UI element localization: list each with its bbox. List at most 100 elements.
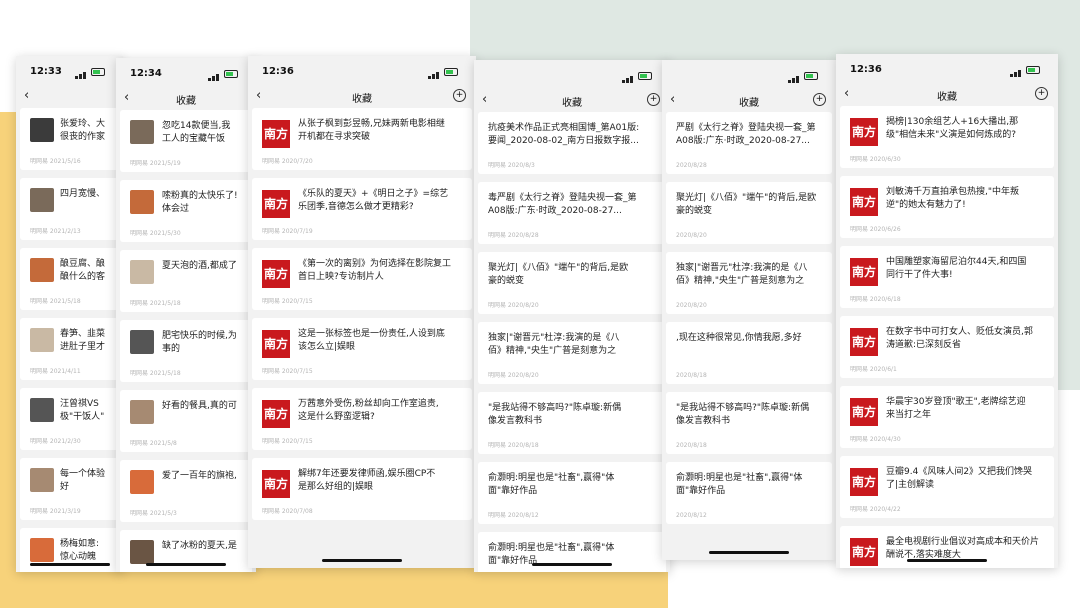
article-thumbnail — [30, 398, 54, 422]
article-meta: 2020/8/12 — [676, 512, 707, 519]
list-item[interactable]: 南方+ 揭榜|130余组艺人+16大播出,那 级"相信未来"义演是如何炼成的? 明网易… — [840, 106, 1054, 168]
list-item[interactable]: 南方+ 从张子枫到彭昱畅,兄妹两新电影相继 开机都在寻求突破 明网易 2020/7/2… — [252, 108, 472, 170]
list-item[interactable]: 嗦粉真的太快乐了! 体会过 明网易 2021/5/30 — [120, 180, 252, 242]
list-item[interactable]: 俞灏明:明星也是"社畜",赢得"体 面"靠好作品 明网易 2020/8/12 — [478, 462, 666, 524]
list-item[interactable]: 爱了一百年的旗袍, 明网易 2021/5/3 — [120, 460, 252, 522]
list-item[interactable]: 忽吃14款便当,我 工人的宝藏午饭 明网易 2021/5/19 — [120, 110, 252, 172]
article-meta: 明网易 2020/7/15 — [262, 298, 313, 305]
article-title-line1: 刘敏涛千万直拍承包热搜,"中年叛 — [886, 187, 1020, 197]
list-item[interactable]: 好看的餐具,真的可 明网易 2021/5/8 — [120, 390, 252, 452]
article-thumbnail — [130, 400, 154, 424]
back-chevron-icon[interactable]: ‹ — [24, 88, 29, 103]
article-title-line2: 佰》精神,"央生"广普是刻意为之 — [488, 346, 617, 356]
article-meta: 明网易 2021/5/3 — [130, 510, 177, 517]
list-item[interactable]: 俞灏明:明星也是"社畜",赢得"体 面"靠好作品 2020/8/12 — [666, 462, 832, 524]
status-time: 12:33 — [30, 66, 62, 77]
add-icon[interactable]: + — [453, 89, 466, 102]
article-title: 豆瓣9.4《风味人间2》又把我们馋哭 了|主创解读 — [886, 466, 1048, 492]
page-title: 收藏 — [562, 98, 582, 109]
favorites-list[interactable]: 严剧《太行之脊》登陆央视一套_第 A08版:广东·时政_2020-08-27...… — [662, 112, 836, 560]
article-title-line1: 在数字书中可打女人、贬低女演员,郭 — [886, 327, 1033, 337]
home-indicator[interactable] — [322, 559, 402, 562]
nav-bar: ‹ 收藏 + — [662, 88, 836, 110]
article-meta: 明网易 2021/5/18 — [130, 370, 181, 377]
home-indicator[interactable] — [709, 551, 789, 554]
list-item[interactable]: 南方+ 万茜意外受伤,粉丝却向工作室追责, 这是什么野蛮逻辑? 明网易 2020/7/… — [252, 388, 472, 450]
article-title: 毒严剧《太行之脊》登陆央视一套_第 A08版:广东·时政_2020-08-27..… — [488, 192, 660, 218]
article-title-line2: 像发言教科书 — [676, 416, 731, 426]
list-item[interactable]: 南方+ 豆瓣9.4《风味人间2》又把我们馋哭 了|主创解读 明网易 2020/4/22 — [840, 456, 1054, 518]
list-item[interactable]: 夏天泡的酒,都成了 明网易 2021/5/18 — [120, 250, 252, 312]
article-title: 春笋、韭菜 进肚子里才 — [60, 328, 113, 354]
article-title-line2: 工人的宝藏午饭 — [162, 134, 226, 144]
list-item[interactable]: 南方+ 这是一张标签也是一份责任,人设到底 该怎么立|娱眼 明网易 2020/7/15 — [252, 318, 472, 380]
list-item[interactable]: 独家|"谢晋元"杜淳:我演的是《八 佰》精神,"央生"广普是刻意为之 2020/8/… — [666, 252, 832, 314]
list-item[interactable]: 俞灏明:明星也是"社畜",赢得"体 面"靠好作品 — [478, 532, 666, 572]
article-meta: 明网易 2020/7/15 — [262, 438, 313, 445]
list-item[interactable]: 南方+ 中国雕塑家海留尼泊尔44天,和四国 同行干了件大事! 明网易 2020/6/1… — [840, 246, 1054, 308]
home-indicator[interactable] — [29, 563, 110, 566]
article-title-line1: "是我站得不够高吗?"陈卓璇:新偶 — [676, 403, 810, 413]
article-title: ,现在这种很常见,你情我愿,多好 — [676, 332, 826, 345]
article-title: 在数字书中可打女人、贬低女演员,郭 涛道歉:已深刻反省 — [886, 326, 1048, 352]
list-item[interactable]: 春笋、韭菜 进肚子里才 明网易 2021/4/11 — [20, 318, 119, 380]
signal-battery-icon — [1010, 66, 1044, 77]
add-icon[interactable]: + — [647, 93, 660, 106]
article-title: 忽吃14款便当,我 工人的宝藏午饭 — [162, 120, 246, 146]
article-title-line1: 聚光灯|《八佰》"端午"的背后,是欧 — [488, 263, 629, 273]
list-item[interactable]: 严剧《太行之脊》登陆央视一套_第 A08版:广东·时政_2020-08-27...… — [666, 112, 832, 174]
list-item[interactable]: 酿豆腐、酿 酿什么的客 明网易 2021/5/18 — [20, 248, 119, 310]
article-title: 抗疫美术作品正式亮相国博_第A01版: 要闻_2020-08-02_南方日报数字报… — [488, 122, 660, 148]
list-item[interactable]: 南方+ 《乐队的夏天》+《明日之子》=综艺 乐团季,音德怎么做才更精彩? 明网易 20… — [252, 178, 472, 240]
nanfang-plus-logo-icon: 南方+ — [262, 400, 290, 449]
article-title-line1: 缺了冰粉的夏天,是 — [162, 541, 237, 551]
list-item[interactable]: "是我站得不够高吗?"陈卓璇:新偶 像发言教科书 明网易 2020/8/18 — [478, 392, 666, 454]
favorites-list[interactable]: 张爱玲、大 很丧的作家 明网易 2021/5/16 四月宽慢、 明网易 2021/2/1… — [16, 108, 123, 572]
favorites-list[interactable]: 南方+ 从张子枫到彭昱畅,兄妹两新电影相继 开机都在寻求突破 明网易 2020/7/2… — [248, 108, 476, 568]
favorites-list[interactable]: 忽吃14款便当,我 工人的宝藏午饭 明网易 2021/5/19 嗦粉真的太快乐了! 体会… — [116, 110, 256, 572]
add-icon[interactable]: + — [813, 93, 826, 106]
nanfang-plus-logo-icon: 南方+ — [850, 468, 878, 517]
article-title-line2: 很丧的作家 — [60, 132, 106, 142]
article-title-line2: 进肚子里才 — [60, 342, 106, 352]
article-meta: 明网易 2021/3/19 — [30, 508, 81, 515]
article-meta: 明网易 2020/4/30 — [850, 436, 901, 443]
list-item[interactable]: 南方+ 解绑7年还要发律师函,娱乐圈CP不 是那么好组的|娱眼 明网易 2020/7/… — [252, 458, 472, 520]
list-item[interactable]: 抗疫美术作品正式亮相国博_第A01版: 要闻_2020-08-02_南方日报数字报… — [478, 112, 666, 174]
list-item[interactable]: 肥宅快乐的时候,为 事的 明网易 2021/5/18 — [120, 320, 252, 382]
article-title-line1: 严剧《太行之脊》登陆央视一套_第 — [676, 123, 816, 133]
article-title-line2: 涛道歉:已深刻反省 — [886, 340, 962, 350]
list-item[interactable]: 南方+ 刘敏涛千万直拍承包热搜,"中年叛 逆"的她太有魅力了! 明网易 2020/6/… — [840, 176, 1054, 238]
article-title: 刘敏涛千万直拍承包热搜,"中年叛 逆"的她太有魅力了! — [886, 186, 1048, 212]
home-indicator[interactable] — [146, 563, 226, 566]
list-item[interactable]: 四月宽慢、 明网易 2021/2/13 — [20, 178, 119, 240]
list-item[interactable]: 南方+ 华晨宇30岁登顶"歌王",老牌综艺迎 来当打之年 明网易 2020/4/30 — [840, 386, 1054, 448]
list-item[interactable]: 张爱玲、大 很丧的作家 明网易 2021/5/16 — [20, 108, 119, 170]
article-title-line1: 汪曾祺VS — [60, 399, 99, 409]
favorites-list[interactable]: 抗疫美术作品正式亮相国博_第A01版: 要闻_2020-08-02_南方日报数字报… — [474, 112, 670, 572]
list-item[interactable]: 毒严剧《太行之脊》登陆央视一套_第 A08版:广东·时政_2020-08-27..… — [478, 182, 666, 244]
article-title-line1: 四月宽慢、 — [60, 189, 106, 199]
article-meta: 2020/8/18 — [676, 372, 707, 379]
list-item[interactable]: 独家|"谢晋元"杜淳:我演的是《八 佰》精神,"央生"广普是刻意为之 明网易 202… — [478, 322, 666, 384]
list-item[interactable]: 汪曾祺VS 极"干饭人" 明网易 2021/2/30 — [20, 388, 119, 450]
list-item[interactable]: ,现在这种很常见,你情我愿,多好 2020/8/18 — [666, 322, 832, 384]
phone-screen-2: 12:34 ‹ 收藏 忽吃14款便当,我 工人的宝藏午饭 明网易 2021/5/19 嗦粉真… — [116, 58, 256, 572]
article-title: 俞灏明:明星也是"社畜",赢得"体 面"靠好作品 — [488, 472, 660, 498]
nanfang-plus-logo-icon: 南方+ — [850, 538, 878, 566]
article-thumbnail — [130, 260, 154, 284]
article-title-line2: 豪的蜕变 — [676, 206, 713, 216]
article-meta: 明网易 2020/6/18 — [850, 296, 901, 303]
home-indicator[interactable] — [532, 563, 612, 566]
list-item[interactable]: 南方+ 在数字书中可打女人、贬低女演员,郭 涛道歉:已深刻反省 明网易 2020/6/… — [840, 316, 1054, 378]
home-indicator[interactable] — [907, 559, 987, 562]
list-item[interactable]: "是我站得不够高吗?"陈卓璇:新偶 像发言教科书 2020/8/18 — [666, 392, 832, 454]
add-icon[interactable]: + — [1035, 87, 1048, 100]
favorites-list[interactable]: 南方+ 揭榜|130余组艺人+16大播出,那 级"相信未来"义演是如何炼成的? 明网易… — [836, 106, 1058, 568]
list-item[interactable]: 聚光灯|《八佰》"端午"的背后,是欧 豪的蜕变 2020/8/20 — [666, 182, 832, 244]
nanfang-plus-logo-icon: 南方+ — [850, 328, 878, 377]
article-thumbnail — [30, 188, 54, 212]
list-item[interactable]: 南方+ 《第一次的离别》为何选择在影院复工 首日上映?专访制片人 明网易 2020/7… — [252, 248, 472, 310]
list-item[interactable]: 聚光灯|《八佰》"端午"的背后,是欧 豪的蜕变 明网易 2020/8/20 — [478, 252, 666, 314]
list-item[interactable]: 每一个体验好明网易 2021/3/19 — [20, 458, 119, 520]
